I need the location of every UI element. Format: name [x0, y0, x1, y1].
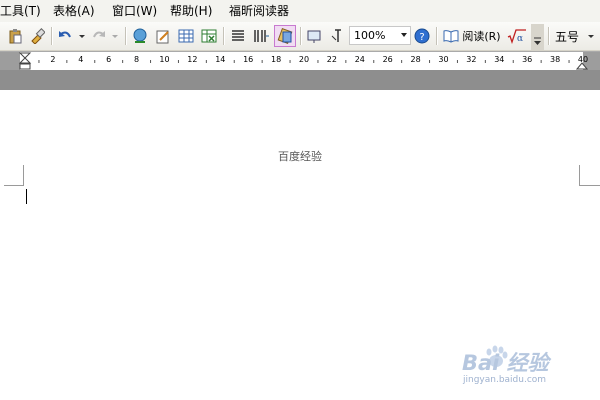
svg-text:α: α — [517, 34, 523, 44]
chevron-down-icon — [401, 33, 407, 37]
horizontal-ruler[interactable]: 2 4 6 8 10 12 14 16 18 20 22 24 26 28 30 32 34 36 38 40 — [0, 51, 600, 71]
toolbar-overflow-button[interactable] — [531, 24, 544, 50]
font-size-value: 五号 — [555, 29, 580, 44]
format-painter-icon — [31, 28, 45, 44]
redo-dropdown[interactable] — [110, 26, 120, 46]
watermark-url: jingyan.baidu.com — [463, 375, 547, 385]
crop-mark-left — [4, 185, 24, 186]
reading-mode-label: 阅读(R) — [462, 30, 501, 43]
ruler-number: 18 — [271, 55, 282, 64]
columns-icon — [232, 30, 244, 41]
insert-excel-button[interactable] — [200, 26, 218, 46]
crop-mark-right — [579, 185, 600, 186]
menu-foxit-reader[interactable]: 福昕阅读器 — [229, 3, 289, 19]
ruler-number: 36 — [522, 55, 533, 64]
paste-icon — [9, 29, 22, 44]
reading-mode-button[interactable]: 阅读(R) — [441, 26, 503, 46]
ruler-number: 24 — [354, 55, 365, 64]
undo-dropdown[interactable] — [77, 26, 87, 46]
hyperlink-button[interactable] — [131, 26, 149, 46]
ruler-number: 32 — [466, 55, 477, 64]
ruler-number: 34 — [494, 55, 505, 64]
ruler-number: 22 — [326, 55, 337, 64]
paragraph-icon — [331, 29, 341, 42]
ruler-number: 16 — [243, 55, 254, 64]
preview-icon — [307, 30, 321, 43]
ruler-number: 26 — [382, 55, 393, 64]
paste-button[interactable] — [6, 26, 24, 46]
ruler-number: 30 — [438, 55, 449, 64]
font-size-select[interactable]: 五号 — [555, 26, 595, 46]
menu-table[interactable]: 表格(A) — [53, 3, 95, 19]
undo-icon — [59, 31, 71, 38]
paragraph-mark-button[interactable] — [328, 26, 344, 46]
crop-mark-right — [579, 165, 580, 186]
drawing-toolbar-button[interactable] — [252, 26, 270, 46]
chevron-down-icon — [79, 35, 85, 38]
format-painter-button[interactable] — [28, 26, 46, 46]
page-header-text: 百度经验 — [278, 150, 322, 163]
chevron-down-icon — [112, 35, 118, 38]
chevron-down-icon — [534, 37, 541, 45]
excel-icon — [201, 29, 217, 43]
zoom-value: 100% — [354, 29, 386, 42]
drawing-button[interactable] — [154, 26, 172, 46]
ruler-number: 8 — [134, 55, 140, 64]
show-hide-button[interactable] — [305, 26, 323, 46]
ruler-number: 4 — [78, 55, 84, 64]
redo-icon — [93, 31, 105, 38]
menu-help[interactable]: 帮助(H) — [170, 3, 212, 19]
ruler-number: 38 — [550, 55, 561, 64]
undo-button[interactable] — [56, 26, 74, 46]
help-button[interactable]: ? — [413, 26, 431, 46]
crop-mark-left — [23, 165, 24, 186]
chevron-down-icon — [588, 35, 595, 38]
ruler-number: 20 — [298, 55, 310, 64]
ruler-number: 28 — [410, 55, 421, 64]
menu-tools[interactable]: 工具(T) — [0, 3, 41, 19]
insert-table-button[interactable] — [177, 26, 195, 46]
drawing-icon — [156, 30, 169, 44]
ruler-number: 14 — [215, 55, 226, 64]
table-icon — [178, 29, 194, 43]
text-cursor — [26, 189, 27, 204]
document-map-icon — [277, 28, 293, 44]
ruler-number: 6 — [106, 55, 112, 64]
menu-bar: 工具(T) 表格(A) 窗口(W) 帮助(H) 福昕阅读器 — [0, 0, 600, 22]
ruler-number: 2 — [50, 55, 56, 64]
ruler-number: 40 — [577, 55, 589, 64]
columns-bars-icon — [254, 30, 269, 42]
menu-window[interactable]: 窗口(W) — [112, 3, 157, 19]
help-icon: ? — [414, 28, 430, 44]
document-map-button[interactable] — [274, 25, 296, 47]
book-icon — [443, 30, 459, 43]
ruler-number: 10 — [159, 55, 170, 64]
svg-text:?: ? — [419, 32, 424, 43]
watermark-brand: Bai 经验 — [462, 351, 549, 375]
equation-icon: α — [507, 29, 526, 44]
standard-toolbar: 100% ? 阅读(R) α 五号 — [0, 22, 600, 51]
columns-button[interactable] — [229, 26, 247, 46]
workspace-gap — [0, 70, 600, 90]
hyperlink-icon — [133, 28, 147, 43]
redo-button[interactable] — [90, 26, 108, 46]
equation-button[interactable]: α — [506, 26, 528, 46]
ruler-number: 12 — [187, 55, 198, 64]
zoom-select[interactable]: 100% — [349, 26, 411, 45]
